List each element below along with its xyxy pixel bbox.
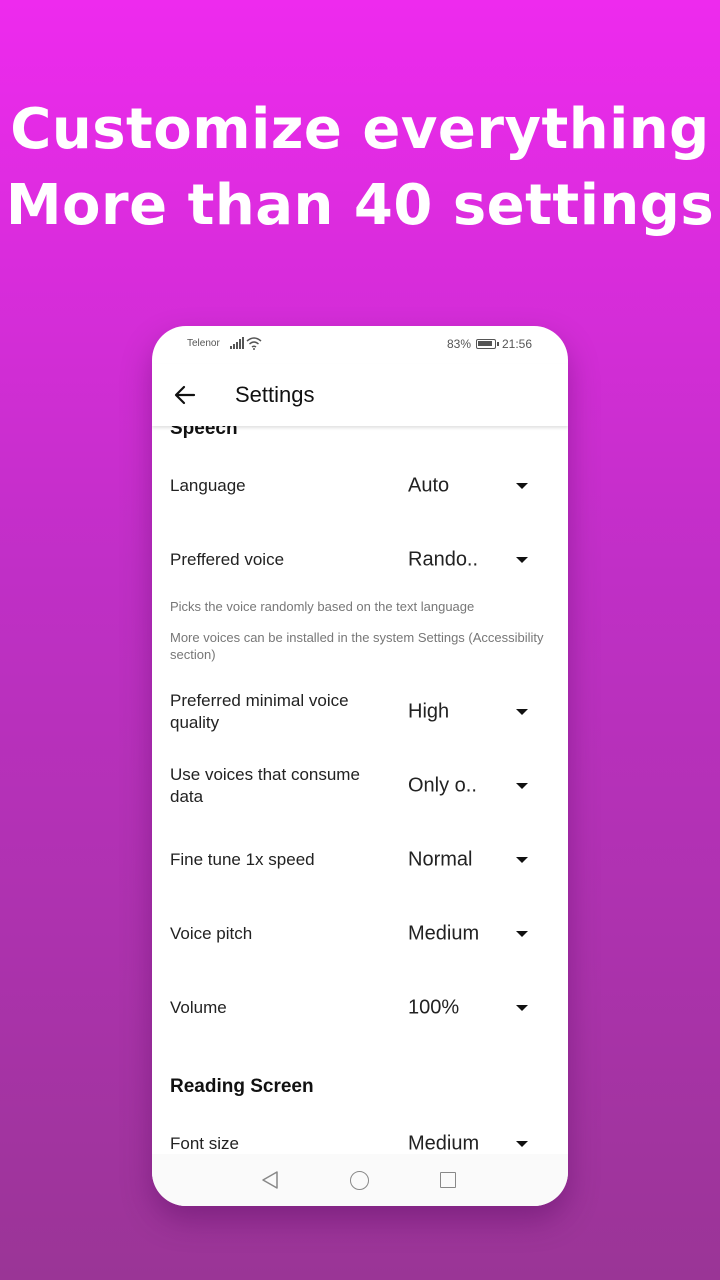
setting-label: Font size xyxy=(170,1134,239,1153)
dropdown-value[interactable]: Medium xyxy=(408,923,479,946)
nav-recents-icon[interactable] xyxy=(440,1172,456,1188)
dropdown-value[interactable]: 100% xyxy=(408,997,459,1020)
setting-label: Voice pitch xyxy=(170,924,253,943)
dropdown-arrow-icon[interactable] xyxy=(516,1141,528,1147)
voice-hint-random: Picks the voice randomly based on the te… xyxy=(170,599,475,614)
app-toolbar: Settings xyxy=(152,364,568,426)
setting-voice-quality[interactable]: Preferred minimal voice quality High xyxy=(152,675,568,749)
dropdown-arrow-icon[interactable] xyxy=(516,1005,528,1011)
promo-headline: Customize everything More than 40 settin… xyxy=(0,92,720,244)
dropdown-value[interactable]: High xyxy=(408,701,449,724)
nav-back-icon[interactable] xyxy=(261,1170,279,1190)
headline-line-1: Customize everything xyxy=(10,97,710,162)
dropdown-arrow-icon[interactable] xyxy=(516,709,528,715)
section-title-reading-screen: Reading Screen xyxy=(170,1076,314,1097)
dropdown-arrow-icon[interactable] xyxy=(516,557,528,563)
setting-volume[interactable]: Volume 100% xyxy=(152,971,568,1045)
page-title: Settings xyxy=(235,382,315,407)
setting-label: Volume xyxy=(170,998,227,1017)
dropdown-value[interactable]: Medium xyxy=(408,1133,479,1155)
setting-preferred-voice[interactable]: Preffered voice Rando.. xyxy=(152,523,568,597)
setting-font-size[interactable]: Font size Medium xyxy=(152,1107,568,1154)
setting-label: Fine tune 1x speed xyxy=(170,850,315,869)
settings-list[interactable]: Speech Language Auto Preffered voice Ran… xyxy=(152,426,568,1154)
battery-percentage: 83% xyxy=(447,337,472,351)
phone-frame: Telenor 83% 21:56 Settings Speech Langua… xyxy=(152,326,568,1206)
status-time: 21:56 xyxy=(502,337,533,351)
wifi-icon xyxy=(246,337,262,350)
headline-line-2: More than 40 settings xyxy=(5,173,715,238)
nav-home-icon[interactable] xyxy=(350,1171,369,1190)
setting-language[interactable]: Language Auto xyxy=(152,449,568,523)
dropdown-value[interactable]: Rando.. xyxy=(408,549,478,572)
setting-label: Language xyxy=(170,476,246,495)
signal-icon xyxy=(230,337,244,349)
dropdown-arrow-icon[interactable] xyxy=(516,857,528,863)
carrier-name: Telenor xyxy=(187,338,220,349)
dropdown-value[interactable]: Auto xyxy=(408,475,449,498)
dropdown-arrow-icon[interactable] xyxy=(516,931,528,937)
section-title-speech: Speech xyxy=(170,426,238,439)
dropdown-value[interactable]: Normal xyxy=(408,849,472,872)
setting-data-voices[interactable]: Use voices that consume data Only o.. xyxy=(152,749,568,823)
dropdown-arrow-icon[interactable] xyxy=(516,783,528,789)
status-bar: Telenor 83% 21:56 xyxy=(152,326,568,364)
setting-speed[interactable]: Fine tune 1x speed Normal xyxy=(152,823,568,897)
dropdown-arrow-icon[interactable] xyxy=(516,483,528,489)
back-arrow-icon[interactable] xyxy=(172,382,198,408)
battery-icon xyxy=(476,339,499,349)
setting-label: Preferred minimal voice quality xyxy=(170,691,349,732)
dropdown-value[interactable]: Only o.. xyxy=(408,775,477,798)
setting-label: Preffered voice xyxy=(170,550,285,569)
setting-label: Use voices that consume data xyxy=(170,765,360,806)
voice-hint-install: More voices can be installed in the syst… xyxy=(170,630,544,662)
system-navigation-bar xyxy=(152,1154,568,1206)
setting-pitch[interactable]: Voice pitch Medium xyxy=(152,897,568,971)
